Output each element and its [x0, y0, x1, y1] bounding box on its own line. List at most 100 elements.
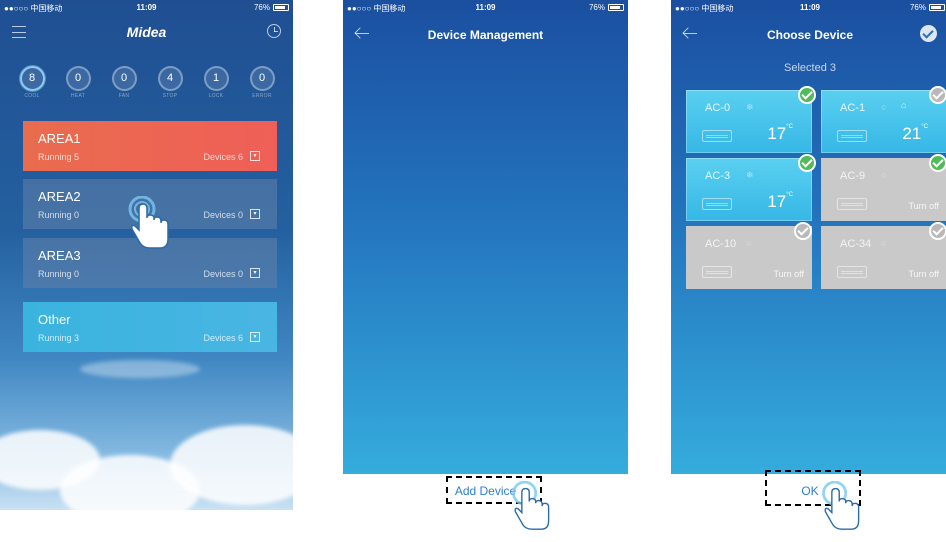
snowflake-icon: ❄ — [746, 102, 754, 112]
battery-percent: 76% — [909, 3, 926, 12]
device-name: AC-10 — [705, 238, 737, 250]
selected-check-icon[interactable] — [929, 154, 946, 172]
stat-value: 0 — [65, 66, 91, 91]
stat-value: 4 — [157, 66, 183, 91]
snowflake-icon: ❄ — [746, 170, 754, 180]
header: Midea — [0, 14, 293, 54]
stat-value: 1 — [203, 66, 229, 91]
stat-label: FAN — [118, 93, 130, 99]
fan-icon: ○ — [881, 238, 887, 248]
temp-unit: °C — [786, 124, 793, 130]
battery-icon — [608, 4, 624, 11]
device-temp: 17°C — [767, 124, 793, 144]
status-bar: ●●○○○ 中国移动 11:09 76% — [671, 0, 946, 14]
area-devices: Devices 6 — [203, 333, 243, 343]
battery-indicator: 76% — [254, 3, 289, 12]
brand-logo: Midea — [126, 24, 167, 40]
ac-unit-icon — [837, 130, 867, 142]
device-name: AC-9 — [840, 170, 866, 182]
unselected-check-icon[interactable] — [794, 222, 812, 240]
battery-icon — [929, 4, 945, 11]
stat-heat: 0 HEAT — [60, 66, 96, 99]
temp-value: 21 — [902, 124, 922, 143]
area-name: AREA3 — [38, 248, 81, 263]
dropdown-icon[interactable]: ▾ — [250, 332, 260, 342]
stat-label: ERROR — [252, 93, 272, 99]
header: Device Management — [343, 14, 628, 52]
clock-icon[interactable] — [267, 24, 281, 38]
device-card-ac-9[interactable]: AC-9 ○ Turn off — [821, 158, 946, 221]
status-time: 11:09 — [475, 3, 496, 12]
device-state: Turn off — [773, 269, 804, 279]
stat-fan: 0 FAN — [106, 66, 142, 99]
battery-percent: 76% — [253, 3, 270, 12]
unselected-check-icon[interactable] — [929, 222, 946, 240]
status-time: 11:09 — [136, 3, 157, 12]
device-card-ac-0[interactable]: AC-0 ❄ 17°C — [686, 90, 812, 153]
area-name: Other — [38, 312, 71, 327]
area-card-area1[interactable]: AREA1 Running 5 Devices 6 ▾ — [23, 121, 277, 171]
stat-error: 0 ERROR — [244, 66, 280, 99]
device-card-ac-1[interactable]: AC-1 ○ ⌂ 21°C — [821, 90, 946, 153]
stat-label: LOCK — [208, 93, 224, 99]
device-state: Turn off — [908, 201, 939, 211]
ac-unit-icon — [837, 198, 867, 210]
battery-percent: 76% — [588, 3, 605, 12]
device-name: AC-0 — [705, 102, 731, 114]
dropdown-icon[interactable]: ▾ — [250, 268, 260, 278]
fan-icon: ○ — [881, 170, 887, 180]
selected-check-icon[interactable] — [798, 86, 816, 104]
device-temp: 17°C — [767, 192, 793, 212]
ac-unit-icon — [702, 130, 732, 142]
hand-pointer-icon — [818, 481, 866, 533]
dropdown-icon[interactable]: ▾ — [250, 151, 260, 161]
status-time: 11:09 — [799, 3, 821, 12]
cloud-decoration — [80, 360, 200, 378]
area-list-screen: ●●○○○ 中国移动 11:09 76% Midea 8 COOL 0 HEAT… — [0, 0, 293, 510]
status-bar: ●●○○○ 中国移动 11:09 76% — [0, 0, 293, 14]
device-management-screen: ●●○○○ 中国移动 11:09 76% Device Management — [343, 0, 628, 474]
battery-icon — [273, 4, 289, 11]
choose-device-screen: ●●○○○ 中国移动 11:09 76% Choose Device Selec… — [671, 0, 946, 474]
area-name: AREA2 — [38, 189, 81, 204]
unselected-check-icon[interactable] — [929, 86, 946, 104]
area-name: AREA1 — [38, 131, 81, 146]
device-name: AC-1 — [840, 102, 866, 114]
area-running: Running 3 — [38, 333, 80, 343]
area-running: Running 5 — [38, 152, 80, 162]
device-name: AC-3 — [705, 170, 731, 182]
selected-check-icon[interactable] — [798, 154, 816, 172]
device-card-ac-10[interactable]: AC-10 ○ Turn off — [686, 226, 812, 289]
status-counters: 8 COOL 0 HEAT 0 FAN 4 STOP 1 LOCK 0 ERRO… — [14, 66, 280, 99]
header: Choose Device — [671, 14, 946, 52]
selected-count: Selected 3 — [784, 62, 836, 74]
ac-unit-icon — [837, 266, 867, 278]
area-card-other[interactable]: Other Running 3 Devices 6 ▾ — [23, 302, 277, 352]
device-state: Turn off — [908, 269, 939, 279]
dropdown-icon[interactable]: ▾ — [250, 209, 260, 219]
confirm-check-icon[interactable] — [920, 25, 937, 42]
page-title: Choose Device — [766, 28, 854, 42]
battery-indicator: 76% — [589, 3, 624, 12]
area-running: Running 0 — [38, 269, 80, 279]
stat-label: COOL — [24, 93, 40, 99]
area-running: Running 0 — [38, 210, 80, 220]
area-devices: Devices 6 — [203, 152, 243, 162]
device-name: AC-34 — [840, 238, 872, 250]
status-bar: ●●○○○ 中国移动 11:09 76% — [343, 0, 628, 14]
page-title: Device Management — [427, 28, 544, 42]
fan-icon: ○ — [746, 238, 752, 248]
device-temp: 21°C — [902, 124, 928, 144]
stat-value: 0 — [249, 66, 275, 91]
device-card-ac-34[interactable]: AC-34 ○ Turn off — [821, 226, 946, 289]
ac-unit-icon — [702, 198, 732, 210]
area-devices: Devices 0 — [203, 210, 243, 220]
ac-unit-icon — [702, 266, 732, 278]
device-card-ac-3[interactable]: AC-3 ❄ 17°C — [686, 158, 812, 221]
stat-stop: 4 STOP — [152, 66, 188, 99]
stat-value: 8 — [19, 66, 45, 91]
stat-label: STOP — [162, 93, 178, 99]
stat-label: HEAT — [70, 93, 86, 99]
hand-pointer-icon — [508, 481, 556, 533]
lock-icon: ⌂ — [901, 100, 907, 110]
